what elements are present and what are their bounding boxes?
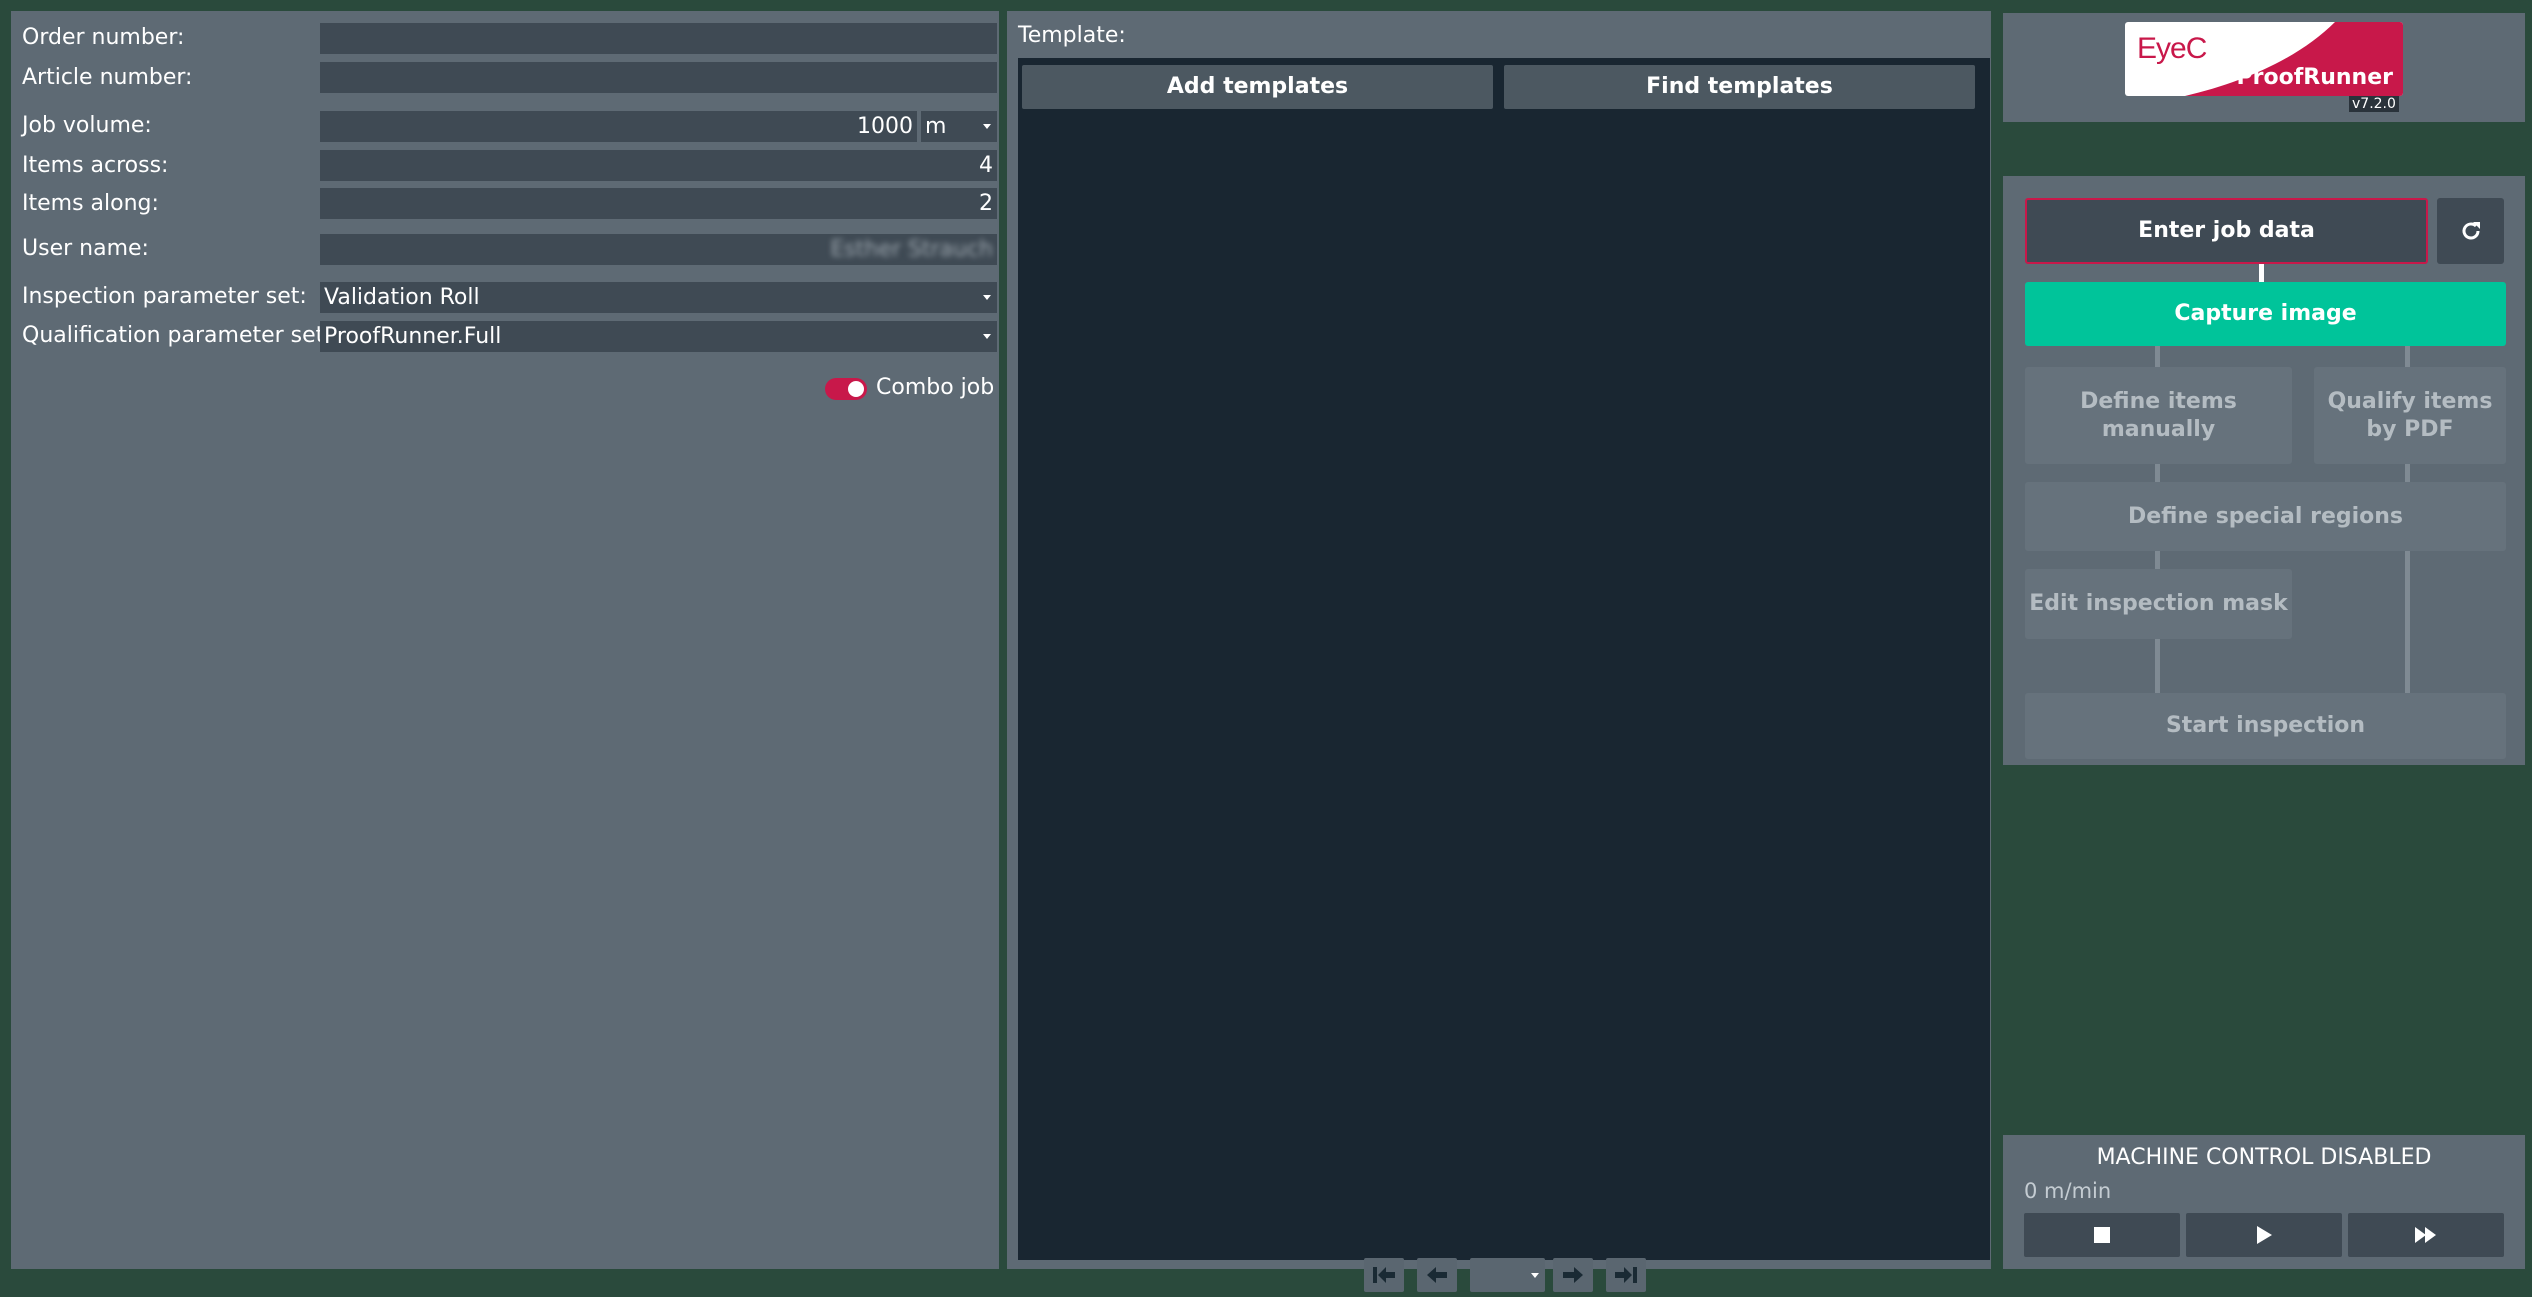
fast-forward-button[interactable] (2348, 1213, 2504, 1257)
proofrunner-logo: EyeC ProofRunner (2125, 22, 2403, 96)
enter-job-data-button[interactable]: Enter job data (2025, 198, 2428, 264)
job-volume-label: Job volume: (22, 113, 152, 138)
chevron-down-icon (983, 334, 991, 339)
connector (2155, 551, 2160, 569)
page-select[interactable] (1470, 1258, 1545, 1292)
template-label: Template: (1018, 23, 1126, 48)
order-number-label: Order number: (22, 25, 185, 50)
chevron-down-icon (1531, 1273, 1539, 1278)
template-panel: Template: Add templates Find templates (1007, 11, 1991, 1292)
items-across-input[interactable]: 4 (320, 150, 997, 181)
capture-image-button[interactable]: Capture image (2025, 282, 2506, 346)
skip-first-icon (1373, 1267, 1395, 1283)
define-items-manually-button[interactable]: Define items manually (2025, 367, 2292, 464)
job-volume-unit-value: m (925, 114, 947, 139)
connector (2155, 639, 2160, 693)
user-name-input[interactable]: Esther Strauch (320, 234, 997, 265)
connector (2405, 346, 2410, 367)
toggle-knob (848, 381, 864, 397)
logo-product: ProofRunner (2236, 65, 2393, 90)
job-data-panel: Order number: Article number: Job volume… (11, 11, 999, 1269)
article-number-input[interactable] (320, 62, 997, 93)
find-templates-button[interactable]: Find templates (1504, 65, 1975, 109)
arrow-right-icon (1563, 1267, 1583, 1283)
last-page-button[interactable] (1606, 1258, 1646, 1292)
qualify-items-by-pdf-button[interactable]: Qualify items by PDF (2314, 367, 2506, 464)
version-label: v7.2.0 (2349, 96, 2399, 112)
connector (2405, 464, 2410, 482)
logo-panel: EyeC ProofRunner v7.2.0 (2003, 13, 2525, 122)
fast-forward-icon (2415, 1227, 2436, 1243)
template-area[interactable]: Add templates Find templates (1018, 58, 1990, 1292)
items-along-input[interactable]: 2 (320, 188, 997, 219)
arrow-left-icon (1427, 1267, 1447, 1283)
user-name-label: User name: (22, 236, 149, 261)
previous-page-button[interactable] (1417, 1258, 1457, 1292)
qualification-param-set-value: ProofRunner.Full (324, 324, 502, 349)
inspection-param-set-label: Inspection parameter set: (22, 284, 307, 309)
start-inspection-button[interactable]: Start inspection (2025, 693, 2506, 759)
inspection-param-set-value: Validation Roll (324, 285, 480, 310)
skip-last-icon (1615, 1267, 1637, 1283)
play-button[interactable] (2186, 1213, 2342, 1257)
inspection-param-set-select[interactable]: Validation Roll (320, 282, 997, 313)
connector (2155, 464, 2160, 482)
article-number-label: Article number: (22, 65, 193, 90)
items-across-label: Items across: (22, 153, 169, 178)
connector (2155, 346, 2160, 367)
combo-job-toggle[interactable] (825, 378, 867, 400)
machine-speed: 0 m/min (2024, 1179, 2112, 1203)
connector (2405, 551, 2410, 693)
job-volume-input[interactable]: 1000 (320, 111, 917, 142)
machine-control-panel: MACHINE CONTROL DISABLED 0 m/min (2003, 1135, 2525, 1269)
next-page-button[interactable] (1553, 1258, 1593, 1292)
job-volume-unit-select[interactable]: m (921, 111, 997, 142)
refresh-icon (2462, 222, 2480, 240)
items-along-label: Items along: (22, 191, 159, 216)
user-name-value: Esther Strauch (830, 237, 993, 262)
stop-button[interactable] (2024, 1213, 2180, 1257)
reset-button[interactable] (2437, 198, 2504, 264)
connector (2259, 264, 2264, 282)
first-page-button[interactable] (1364, 1258, 1404, 1292)
qualification-param-set-label: Qualification parameter set: (22, 323, 332, 348)
chevron-down-icon (983, 124, 991, 129)
chevron-down-icon (983, 295, 991, 300)
define-special-regions-button[interactable]: Define special regions (2025, 482, 2506, 551)
edit-inspection-mask-button[interactable]: Edit inspection mask (2025, 569, 2292, 639)
order-number-input[interactable] (320, 23, 997, 54)
machine-status: MACHINE CONTROL DISABLED (2096, 1145, 2432, 1170)
add-templates-button[interactable]: Add templates (1022, 65, 1493, 109)
combo-job-label: Combo job (876, 375, 995, 400)
play-icon (2257, 1226, 2272, 1244)
logo-brand: EyeC (2137, 32, 2207, 65)
workflow-panel: Enter job data Capture image Define item… (2003, 176, 2525, 765)
stop-icon (2094, 1227, 2110, 1243)
qualification-param-set-select[interactable]: ProofRunner.Full (320, 321, 997, 352)
